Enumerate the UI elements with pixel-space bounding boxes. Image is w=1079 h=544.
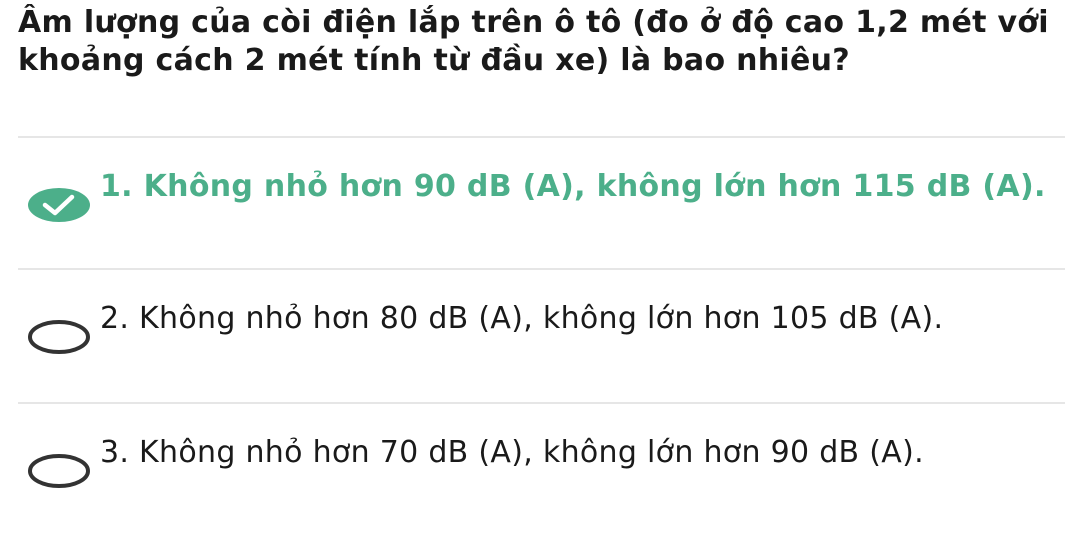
radio-empty-icon	[26, 318, 92, 356]
radio-empty-icon	[26, 452, 92, 490]
check-circle-icon	[26, 186, 92, 224]
answer-option-3[interactable]: 3. Không nhỏ hơn 70 dB (A), không lớn hơ…	[22, 434, 1065, 544]
answer-option-2[interactable]: 2. Không nhỏ hơn 80 dB (A), không lớn hơ…	[22, 300, 1065, 410]
divider	[18, 268, 1065, 270]
answer-option-label: 3. Không nhỏ hơn 70 dB (A), không lớn hơ…	[100, 435, 924, 470]
answer-option-label: 2. Không nhỏ hơn 80 dB (A), không lớn hơ…	[100, 301, 944, 336]
answer-option-1[interactable]: 1. Không nhỏ hơn 90 dB (A), không lớn hơ…	[22, 168, 1065, 278]
divider	[18, 402, 1065, 404]
answer-option-label: 1. Không nhỏ hơn 90 dB (A), không lớn hơ…	[100, 169, 1046, 204]
divider	[18, 136, 1065, 138]
question-text: Âm lượng của còi điện lắp trên ô tô (đo …	[18, 5, 1049, 78]
